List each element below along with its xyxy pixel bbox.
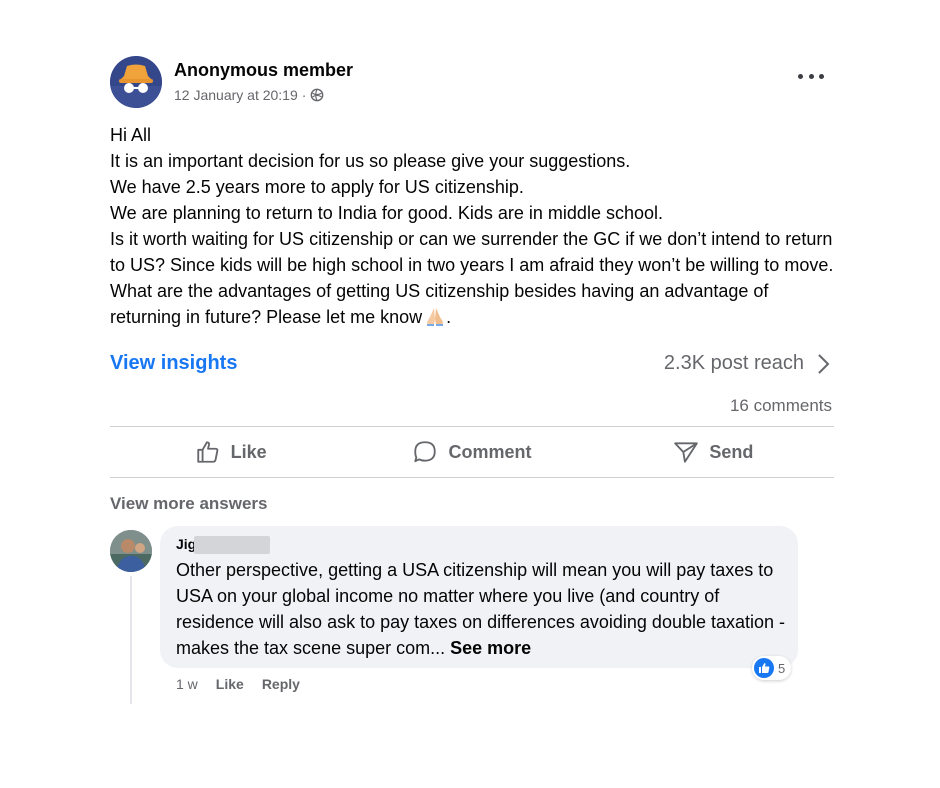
post-meta: 12 January at 20:19 · [174,87,324,103]
thumbs-up-icon [196,441,218,463]
post-body: Hi All It is an important decision for u… [110,122,834,330]
reaction-count: 5 [778,660,786,676]
post-timestamp[interactable]: 12 January at 20:19 [174,87,298,103]
post-author[interactable]: Anonymous member [174,60,353,81]
chevron-right-icon [818,353,830,374]
post-line: Hi All [110,125,152,145]
comment: Jig Other perspective, getting a USA cit… [110,526,834,706]
comment-button[interactable]: Comment [351,439,592,465]
comments-count[interactable]: 16 comments [110,396,834,416]
insights-row: View insights 2.3K post reach [110,344,834,384]
meta-separator: · [301,87,307,103]
reaction-summary[interactable]: 5 [752,656,792,680]
commenter-avatar[interactable] [110,530,152,572]
like-button[interactable]: Like [110,439,351,465]
more-dot [819,73,824,79]
view-insights-link[interactable]: View insights [110,352,237,375]
more-options-button[interactable] [798,68,824,84]
send-label: Send [709,441,754,462]
post-line: We are planning to return to India for g… [110,203,663,223]
send-button[interactable]: Send [593,439,834,465]
post-line-suffix: . [446,307,452,327]
see-more-link[interactable]: See more [450,638,531,658]
post-line: We have 2.5 years more to apply for US c… [110,177,524,197]
more-dot [808,73,814,79]
comment-bubble-icon [414,441,437,463]
comment-age[interactable]: 1 w [176,676,198,692]
anonymous-member-icon [110,56,162,108]
divider [110,477,834,478]
comment-label: Comment [448,441,532,462]
view-more-answers-link[interactable]: View more answers [110,494,834,514]
like-label: Like [230,441,267,462]
post-card: Anonymous member 12 January at 20:19 · H… [110,54,834,706]
folded-hands-emoji-icon [427,308,444,326]
comment-text: Other perspective, getting a USA citizen… [176,557,786,661]
post-line: It is an important decision for us so pl… [110,151,631,171]
comment-footer: 1 w Like Reply [176,676,318,692]
commenter-photo-icon [110,530,152,572]
comment-bubble: Jig Other perspective, getting a USA cit… [160,526,798,680]
thread-line [130,576,132,704]
comment-reply-button[interactable]: Reply [262,676,300,692]
post-reach-label: 2.3K post reach [663,352,804,374]
globe-icon [311,88,324,102]
anonymous-avatar[interactable] [110,56,162,108]
redacted-name-block [194,536,270,554]
post-line: Is it worth waiting for US citizenship o… [110,229,834,275]
comment-like-button[interactable]: Like [216,676,244,692]
like-reaction-icon [754,658,774,678]
send-icon [674,442,699,463]
post-line-last: What are the advantages of getting US ci… [110,278,834,330]
post-actions: Like Comment Send [110,427,834,477]
post-reach[interactable]: 2.3K post reach [664,352,830,375]
post-header: Anonymous member 12 January at 20:19 · [110,54,834,114]
more-horizontal-icon [798,73,803,79]
